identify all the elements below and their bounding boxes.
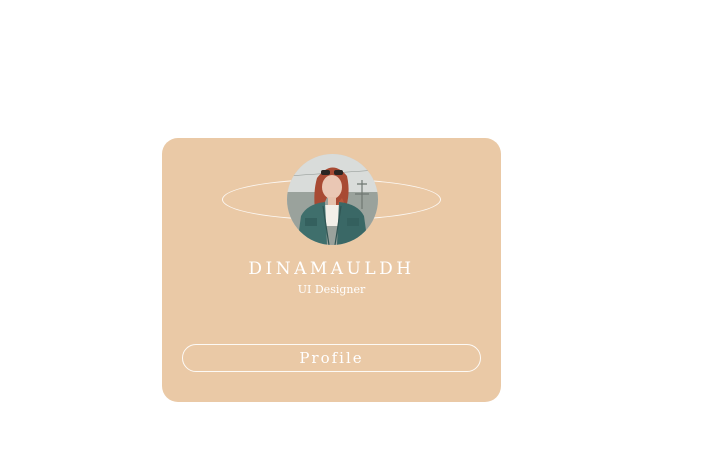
profile-role: UI Designer — [297, 283, 366, 296]
avatar — [287, 154, 378, 245]
profile-button[interactable]: Profile — [182, 344, 481, 372]
avatar-photo-icon — [287, 154, 378, 245]
profile-name: DINAMAULDH — [248, 259, 415, 279]
profile-card: DINAMAULDH UI Designer Profile — [162, 138, 501, 402]
page: DINAMAULDH UI Designer Profile — [0, 0, 708, 472]
